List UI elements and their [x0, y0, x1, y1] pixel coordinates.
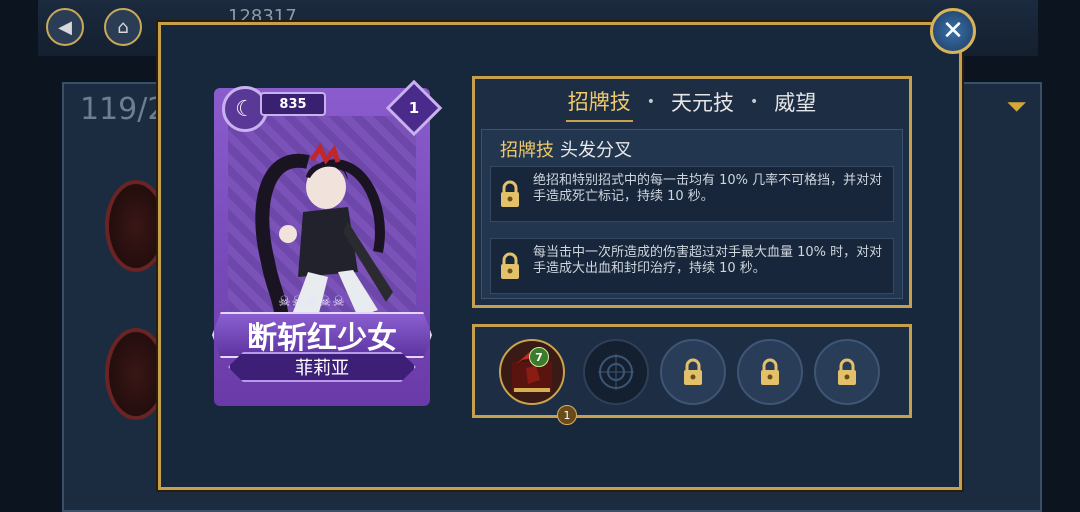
lock-icon — [761, 358, 779, 385]
target-icon — [598, 354, 634, 390]
home-button[interactable]: ⌂ — [104, 8, 142, 46]
lock-icon — [684, 358, 702, 385]
empty-slot[interactable] — [583, 339, 649, 405]
skill-detail: 招牌技 头发分叉 绝招和特别招式中的每一击均有 10% 几率不可格挡，并对对手造成… — [481, 129, 903, 299]
skill-effect-row: 每当击中一次所造成的伤害超过对手最大血量 10% 时，对对手造成大出血和封印治疗… — [490, 238, 894, 294]
skills-panel: 招牌技 • 天元技 • 威望 招牌技 头发分叉 绝招和特别招式中的每一击均有 10… — [472, 76, 912, 308]
skill-type: 招牌技 — [500, 140, 554, 161]
tab-signature[interactable]: 招牌技 — [565, 82, 633, 122]
back-button[interactable]: ◀ — [46, 8, 84, 46]
locked-slot[interactable] — [660, 339, 726, 405]
character-card[interactable]: ☾ 835 1 ☠☠☠☠☠ 断斩红少女 菲莉亚 — [208, 79, 443, 412]
tab-marquee[interactable]: 天元技 — [669, 83, 736, 121]
filter-icon[interactable]: ⏷ — [1006, 92, 1036, 122]
power-badge: 835 — [260, 92, 326, 116]
locked-slot[interactable] — [814, 339, 880, 405]
back-arrow-icon: ◀ — [58, 16, 72, 38]
equipped-item-slot[interactable]: 7 1 — [499, 339, 577, 425]
lock-icon — [838, 358, 856, 385]
collection-count: 119/2 — [80, 92, 167, 127]
locked-slot[interactable] — [737, 339, 803, 405]
skill-effect-text: 绝招和特别招式中的每一击均有 10% 几率不可格挡，并对对手造成死亡标记，持续 … — [533, 173, 883, 204]
tab-separator: • — [646, 94, 655, 110]
close-icon: ✕ — [942, 16, 964, 46]
skill-effect-row: 绝招和特别招式中的每一击均有 10% 几率不可格挡，并对对手造成死亡标记，持续 … — [490, 166, 894, 222]
close-button[interactable]: ✕ — [930, 8, 976, 54]
skill-heading: 招牌技 头发分叉 — [500, 136, 632, 162]
home-icon: ⌂ — [117, 16, 129, 38]
tab-prestige[interactable]: 威望 — [772, 83, 818, 121]
lock-icon — [501, 252, 519, 279]
lock-icon — [501, 180, 519, 207]
skill-name: 头发分叉 — [560, 140, 632, 161]
character-title: 断斩红少女 — [212, 312, 432, 358]
rarity-skulls-icon: ☠☠☠☠☠ — [278, 294, 346, 310]
item-level-badge: 7 — [529, 347, 549, 367]
skill-tabs: 招牌技 • 天元技 • 威望 — [475, 79, 909, 125]
level-value: 1 — [408, 99, 420, 117]
character-name: 菲莉亚 — [228, 352, 416, 382]
skill-effect-text: 每当击中一次所造成的伤害超过对手最大血量 10% 时，对对手造成大出血和封印治疗… — [533, 245, 883, 276]
equipment-slots: 7 1 — [472, 324, 912, 425]
tab-separator: • — [750, 94, 759, 110]
item-count-badge: 1 — [557, 405, 577, 425]
